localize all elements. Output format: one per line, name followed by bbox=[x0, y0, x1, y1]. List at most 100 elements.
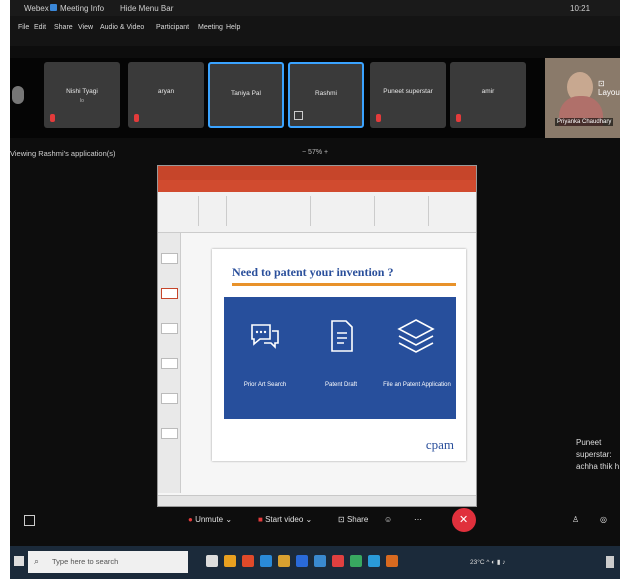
ribbon-group bbox=[378, 196, 429, 226]
ribbon-group bbox=[162, 196, 199, 226]
camera-off-icon: ■ bbox=[258, 515, 263, 524]
ribbon-group bbox=[230, 196, 311, 226]
slide-underline bbox=[232, 283, 456, 286]
edge-icon[interactable] bbox=[260, 555, 272, 567]
participants-icon[interactable]: ♙ bbox=[572, 515, 579, 524]
participant-tile-nishi[interactable]: Nishi Tyagi lo bbox=[44, 62, 120, 128]
ribbon-group bbox=[202, 196, 227, 226]
feature-label: File an Patent Application bbox=[383, 382, 451, 388]
participant-sub: lo bbox=[80, 98, 84, 104]
participant-tile-taniya[interactable]: Taniya Pal bbox=[208, 62, 284, 128]
feature-panel: Prior Art Search Patent Draft File an Pa… bbox=[224, 297, 456, 419]
zoom-control[interactable]: − 57% + bbox=[302, 149, 328, 156]
feature-label: Patent Draft bbox=[324, 382, 357, 388]
powerpoint-icon[interactable] bbox=[386, 555, 398, 567]
ribbon-group bbox=[432, 196, 472, 226]
share-button[interactable]: ⊡ Share bbox=[338, 515, 368, 524]
taskbar-search[interactable]: ⌕ Type here to search bbox=[28, 551, 188, 573]
menu-help[interactable]: Help bbox=[226, 24, 240, 31]
ppt-ribbon bbox=[158, 192, 476, 233]
ppt-title-bar bbox=[158, 166, 476, 180]
menu-share[interactable]: Share bbox=[54, 24, 73, 31]
windows-start-icon[interactable] bbox=[14, 556, 24, 566]
participant-name: aryan bbox=[157, 88, 175, 95]
menu-bar: File Edit Share View Audio & Video Parti… bbox=[10, 16, 620, 46]
notification-icon[interactable] bbox=[606, 556, 614, 568]
hide-menu-bar-button[interactable]: Hide Menu Bar bbox=[120, 4, 173, 13]
slide-thumbnails bbox=[158, 233, 181, 493]
menu-edit[interactable]: Edit bbox=[34, 24, 46, 31]
menu-meeting[interactable]: Meeting bbox=[198, 24, 223, 31]
slide-thumb[interactable] bbox=[161, 253, 178, 264]
slide-thumb[interactable] bbox=[161, 323, 178, 334]
participant-tile-amir[interactable]: amir bbox=[450, 62, 526, 128]
file-explorer-icon[interactable] bbox=[224, 555, 236, 567]
reactions-button[interactable]: ☺ bbox=[384, 515, 392, 524]
meeting-controls: ● Unmute ⌄ ■ Start video ⌄ ⊡ Share ☺ ⋯ ♙… bbox=[10, 505, 620, 539]
meeting-info-button[interactable]: Meeting Info bbox=[60, 4, 104, 13]
app-icon[interactable] bbox=[314, 555, 326, 567]
webex-icon[interactable] bbox=[368, 555, 380, 567]
layout-button[interactable]: ⊡ Layout bbox=[598, 79, 620, 97]
muted-mic-icon bbox=[376, 114, 381, 122]
title-bar: Webex Meeting Info Hide Menu Bar 10:21 bbox=[10, 0, 620, 16]
panel-toggle-icon[interactable] bbox=[24, 515, 35, 526]
cpam-logo: cpam bbox=[425, 437, 454, 452]
slide-thumb[interactable] bbox=[161, 428, 178, 439]
feature-patent-draft: Patent Draft bbox=[306, 297, 376, 419]
slide-heading: Need to patent your invention ? bbox=[232, 265, 394, 279]
menu-participant[interactable]: Participant bbox=[156, 24, 189, 31]
participant-name: Taniya Pal bbox=[231, 90, 261, 97]
search-placeholder: Type here to search bbox=[52, 557, 119, 566]
chat-line: achha thik h bbox=[576, 462, 620, 471]
system-tray: 23°C ^ ◐ ▮ ♪ bbox=[470, 559, 506, 566]
menu-view[interactable]: View bbox=[78, 24, 93, 31]
unmute-button[interactable]: ● Unmute ⌄ bbox=[188, 515, 232, 524]
chat-line: Puneet bbox=[576, 438, 602, 447]
scroll-left-icon[interactable] bbox=[12, 86, 24, 104]
menu-file[interactable]: File bbox=[18, 24, 29, 31]
participant-tile-puneet[interactable]: Puneet superstar bbox=[370, 62, 446, 128]
chat-line: superstar: bbox=[576, 450, 612, 459]
self-view-video[interactable] bbox=[545, 58, 620, 138]
store-icon[interactable] bbox=[278, 555, 290, 567]
slide-thumb[interactable] bbox=[161, 393, 178, 404]
slide-thumb[interactable] bbox=[161, 288, 178, 299]
participant-name: Nishi Tyagi bbox=[66, 88, 98, 95]
menu-audio-video[interactable]: Audio & Video bbox=[100, 24, 144, 31]
app-name: Webex bbox=[24, 4, 49, 13]
start-video-label: Start video bbox=[265, 515, 304, 524]
viewing-label: Viewing Rashmi's application(s) bbox=[10, 149, 116, 158]
weather-text: 23°C bbox=[470, 559, 485, 566]
ppt-ribbon-tabs bbox=[158, 180, 476, 192]
current-slide: Need to patent your invention ? Prior Ar… bbox=[212, 249, 466, 461]
feature-prior-art: Prior Art Search bbox=[230, 297, 300, 419]
participant-strip: Nishi Tyagi lo aryan Taniya Pal Rashmi P… bbox=[10, 58, 620, 138]
feature-label: Prior Art Search bbox=[243, 382, 287, 388]
info-icon bbox=[50, 4, 57, 11]
participant-tile-aryan[interactable]: aryan bbox=[128, 62, 204, 128]
chat-icon[interactable]: ◎ bbox=[600, 515, 607, 524]
self-view-name: Priyanka Chaudhary bbox=[555, 118, 614, 126]
taskbar: ⌕ Type here to search 23°C ^ ◐ ▮ ♪ bbox=[10, 546, 620, 579]
share-icon: ⊡ bbox=[338, 515, 345, 524]
office-icon[interactable] bbox=[242, 555, 254, 567]
chat-message: Puneet superstar: achha thik h bbox=[576, 437, 619, 473]
participant-tile-rashmi[interactable]: Rashmi bbox=[288, 62, 364, 128]
muted-mic-icon bbox=[134, 114, 139, 122]
more-options-button[interactable]: ⋯ bbox=[414, 515, 422, 524]
slide-thumb[interactable] bbox=[161, 358, 178, 369]
start-video-button[interactable]: ■ Start video ⌄ bbox=[258, 515, 312, 524]
chrome-icon[interactable] bbox=[332, 555, 344, 567]
shared-screen[interactable]: Need to patent your invention ? Prior Ar… bbox=[157, 165, 477, 507]
share-label: Share bbox=[346, 515, 369, 524]
task-view-icon[interactable] bbox=[206, 555, 218, 567]
end-call-button[interactable]: ✕ bbox=[452, 508, 476, 532]
muted-mic-icon bbox=[50, 114, 55, 122]
mic-off-icon: ● bbox=[188, 515, 193, 524]
search-icon: ⌕ bbox=[34, 556, 40, 566]
mail-icon[interactable] bbox=[296, 555, 308, 567]
close-icon: ✕ bbox=[459, 514, 469, 526]
participant-name: Puneet superstar bbox=[383, 88, 433, 95]
app-icon[interactable] bbox=[350, 555, 362, 567]
